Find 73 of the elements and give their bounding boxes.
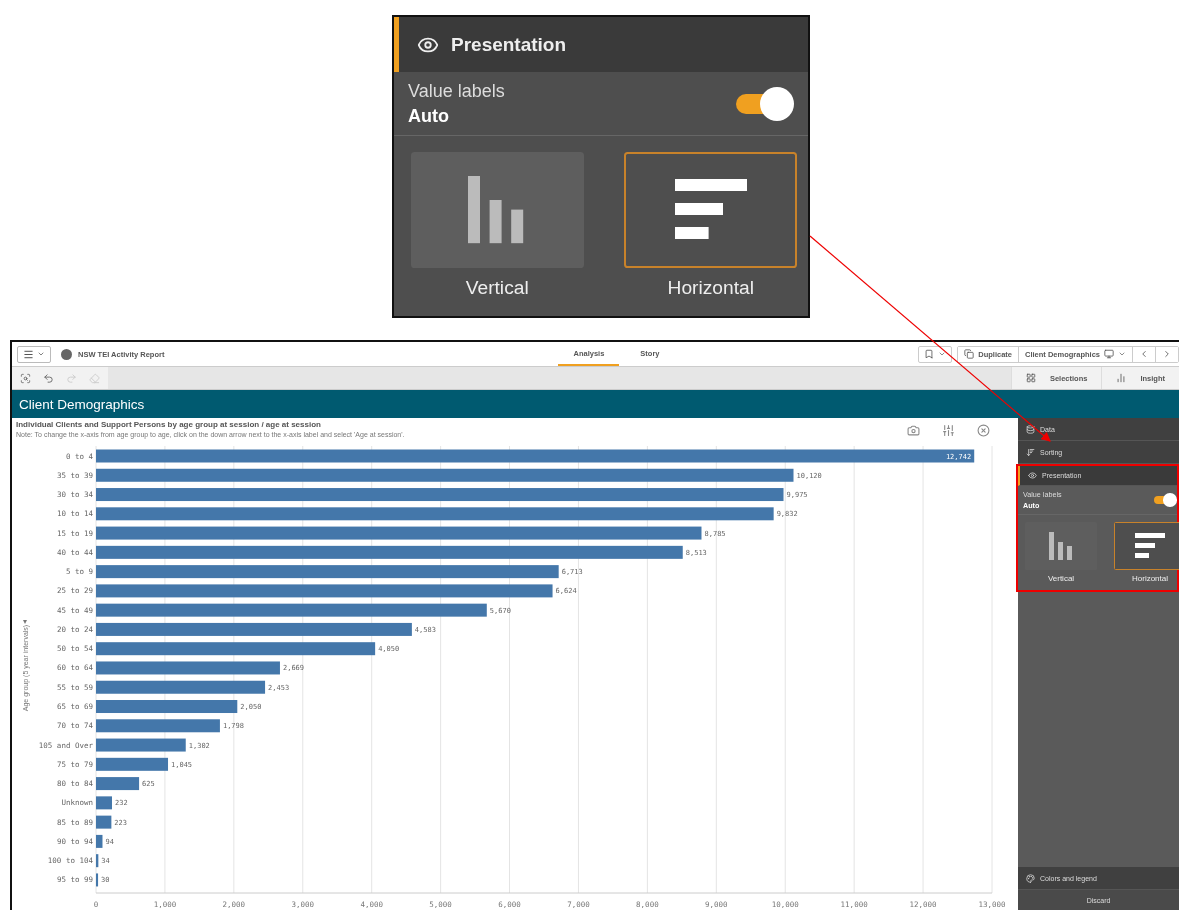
monitor-icon (1104, 349, 1114, 359)
orientation-option[interactable] (410, 152, 584, 268)
settings-button[interactable] (942, 424, 955, 437)
chart-bar[interactable] (96, 449, 975, 463)
chart-bar[interactable] (96, 854, 99, 868)
chart-bar[interactable] (96, 873, 99, 887)
chart-bar[interactable] (96, 834, 103, 848)
close-icon (977, 424, 990, 437)
bar-chart-icon (1116, 373, 1127, 383)
caret-icon[interactable] (23, 620, 27, 624)
chart-bar[interactable] (96, 738, 186, 752)
chart-bar[interactable] (96, 468, 794, 482)
tool-button[interactable] (20, 372, 31, 384)
chart-bar[interactable] (96, 565, 559, 579)
bookmark-icon (924, 349, 935, 359)
chart-bar[interactable] (96, 661, 280, 675)
chart-bar[interactable] (96, 488, 784, 502)
chart-bar[interactable] (96, 796, 112, 810)
caret-icon (1118, 350, 1126, 358)
copy-icon (964, 349, 975, 359)
orientation-option[interactable] (624, 152, 798, 268)
bookmark-button[interactable] (918, 345, 953, 363)
setting-value: Auto (408, 105, 450, 127)
chart-bar[interactable] (96, 777, 140, 791)
orientation-option[interactable] (1114, 521, 1179, 570)
undo-icon (43, 372, 54, 384)
search-icon (20, 372, 31, 384)
chart-bar[interactable] (96, 507, 774, 521)
toggle-switch[interactable] (1153, 493, 1177, 507)
chart-bar[interactable] (96, 526, 702, 540)
chart-bar[interactable] (96, 815, 112, 829)
vertical-bars-icon (1049, 531, 1073, 560)
caret-icon (938, 350, 947, 358)
chevron-left-icon (1139, 349, 1149, 359)
section-title: Presentation (451, 33, 567, 56)
chart-bar[interactable] (96, 680, 266, 694)
caret-icon (37, 350, 45, 358)
database-icon (1026, 424, 1035, 434)
chart-title: Individual Clients and Support Persons by age group at session / age at session (16, 420, 322, 429)
chart-bar[interactable] (96, 584, 553, 598)
sheet-title: Client Demographics (19, 396, 145, 412)
orientation-label: Vertical (1047, 573, 1075, 583)
close-button[interactable] (977, 424, 990, 437)
chart-bar[interactable] (96, 719, 220, 733)
toggle-switch[interactable] (736, 86, 794, 121)
chart-bar[interactable] (96, 603, 487, 617)
orientation-label: Horizontal (667, 277, 754, 300)
vertical-bars-icon (468, 176, 526, 244)
menu-icon (23, 348, 34, 360)
orientation-label: Vertical (465, 277, 529, 300)
sort-icon (1026, 447, 1035, 457)
chart-bar[interactable] (96, 545, 683, 559)
menu-button[interactable] (17, 345, 51, 363)
grid-icon (1025, 373, 1036, 383)
chart-bar[interactable] (96, 622, 412, 636)
chevron-right-icon (1162, 349, 1172, 359)
chart-bar[interactable] (96, 642, 376, 656)
horizontal-bars-icon (1135, 532, 1165, 559)
chart-bar[interactable] (96, 757, 168, 771)
tool-button[interactable] (43, 372, 54, 384)
sliders-icon (942, 424, 955, 437)
orientation-option[interactable] (1025, 521, 1097, 570)
section-header[interactable]: Presentation (394, 17, 808, 73)
eraser-icon (89, 372, 100, 384)
horizontal-bars-icon (674, 178, 747, 242)
palette-icon (1026, 873, 1035, 883)
setting-label: Value labels (408, 80, 505, 102)
camera-icon (907, 424, 920, 437)
eye-icon (1028, 471, 1037, 480)
redo-icon (66, 372, 77, 384)
orientation-label: Horizontal (1132, 573, 1168, 583)
app-logo-icon (61, 348, 72, 360)
snapshot-button[interactable] (907, 424, 920, 437)
